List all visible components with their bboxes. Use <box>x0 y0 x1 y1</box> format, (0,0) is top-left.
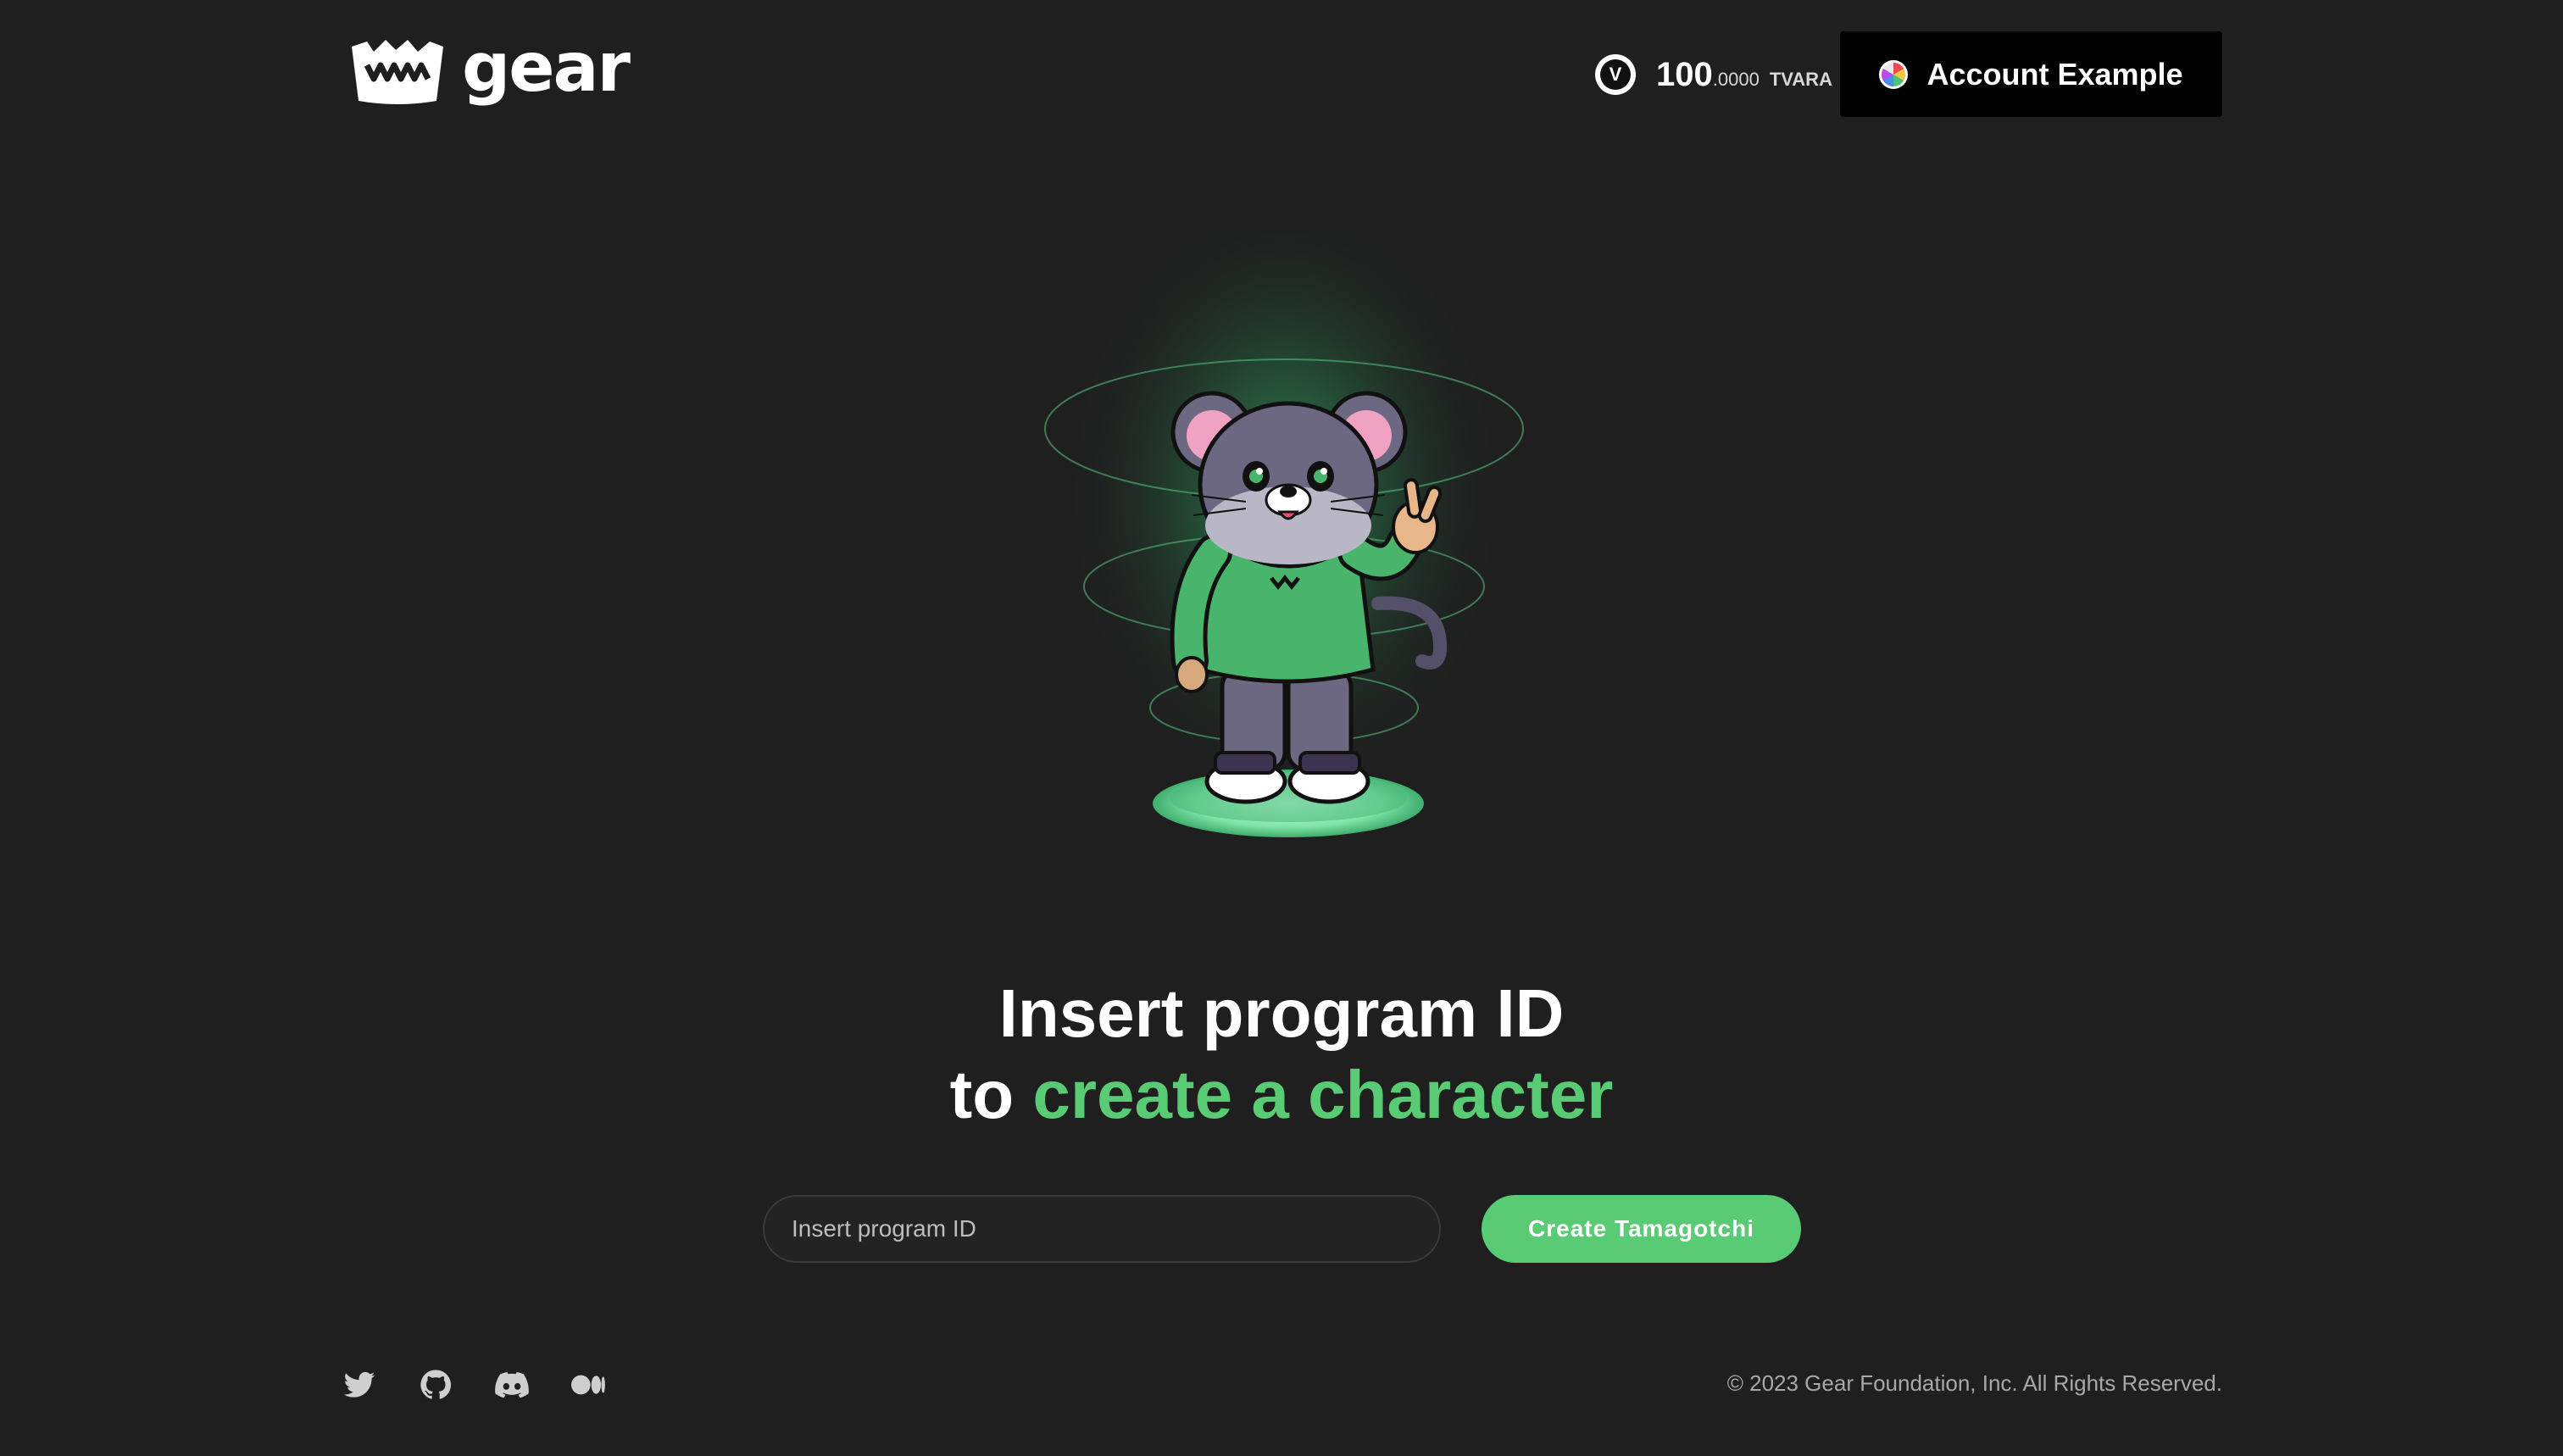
page-title: Insert program ID <box>998 975 1565 1051</box>
subtitle-prefix: to <box>949 1057 1015 1132</box>
social-links <box>342 1368 605 1402</box>
balance-unit: TVARA <box>1769 68 1832 90</box>
identicon-avatar-icon <box>1879 59 1909 89</box>
vara-token-icon: V <box>1595 54 1636 95</box>
medium-link[interactable] <box>571 1368 605 1402</box>
subtitle-accent: create a character <box>1032 1057 1614 1132</box>
balance-integer: 100 <box>1656 55 1713 93</box>
discord-link[interactable] <box>495 1368 529 1402</box>
account-button[interactable]: Account Example <box>1840 31 2222 117</box>
balance-decimals: .0000 <box>1712 68 1760 90</box>
gear-logo-icon <box>352 40 443 104</box>
twitter-link[interactable] <box>342 1368 376 1402</box>
github-link[interactable] <box>419 1368 453 1402</box>
twitter-icon <box>343 1371 375 1398</box>
github-icon <box>420 1370 452 1399</box>
balance-value: 100 .0000 TVARA <box>1656 56 1832 94</box>
tamagotchi-character-image <box>992 229 1576 873</box>
tamagotchi-page: gear V 100 .0000 TVARA Account Example I… <box>0 0 2563 1456</box>
gear-logo[interactable]: gear <box>348 28 631 108</box>
program-id-input[interactable] <box>763 1195 1441 1263</box>
account-label: Account Example <box>1926 56 2183 92</box>
create-tamagotchi-button[interactable]: Create Tamagotchi <box>1482 1195 1801 1263</box>
mouse-character-illustration <box>1044 229 1524 837</box>
discord-icon <box>495 1372 529 1398</box>
wallet-balance: V 100 .0000 TVARA <box>1595 51 1832 98</box>
medium-icon <box>571 1375 605 1395</box>
gear-logo-text: gear <box>462 28 631 107</box>
copyright-text: © 2023 Gear Foundation, Inc. All Rights … <box>1726 1370 2222 1396</box>
page-subtitle: to create a character <box>0 1061 2563 1129</box>
